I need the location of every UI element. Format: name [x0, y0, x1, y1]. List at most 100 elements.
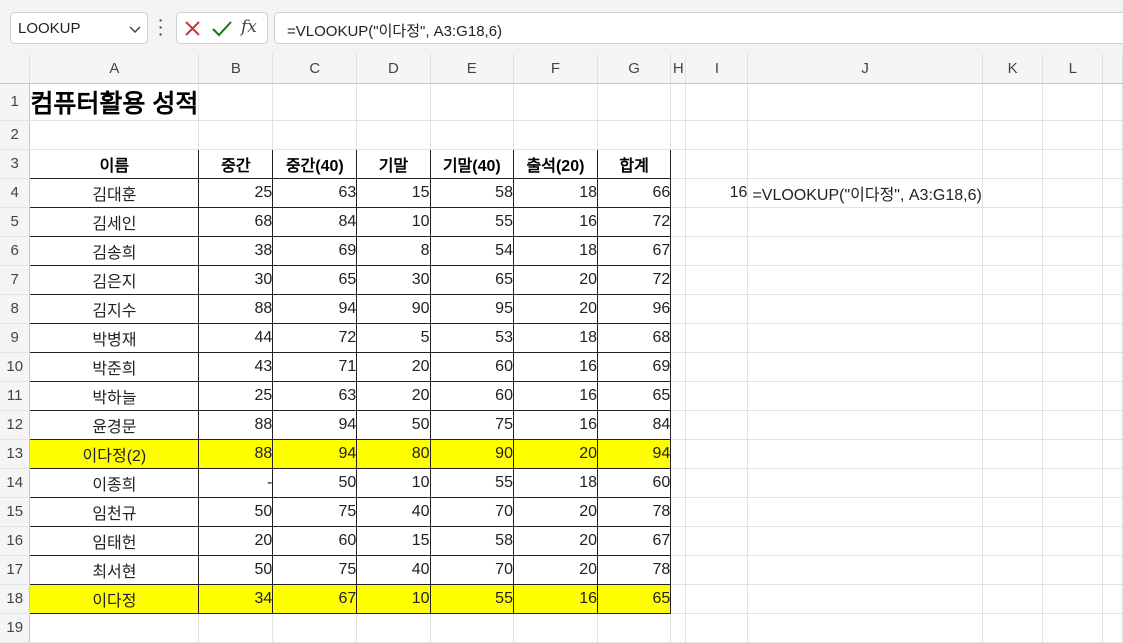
cell[interactable] — [685, 294, 749, 324]
score-cell[interactable]: 40 — [356, 554, 431, 585]
cell[interactable] — [982, 584, 1044, 614]
cell[interactable] — [685, 352, 749, 382]
cell[interactable] — [29, 613, 200, 643]
score-cell[interactable]: 50 — [198, 554, 274, 585]
score-cell[interactable]: 60 — [429, 380, 514, 411]
cell[interactable] — [1102, 265, 1123, 295]
check-icon[interactable] — [211, 19, 233, 39]
cell[interactable] — [670, 381, 687, 411]
cell[interactable] — [670, 120, 687, 150]
score-cell[interactable]: 50 — [272, 467, 358, 498]
cell[interactable] — [747, 584, 983, 614]
score-cell[interactable]: 68 — [597, 322, 672, 353]
name-cell[interactable]: 이종희 — [29, 467, 200, 498]
score-cell[interactable]: 16 — [512, 351, 599, 382]
score-cell[interactable]: 65 — [597, 583, 672, 614]
cell[interactable] — [1042, 526, 1104, 556]
score-cell[interactable]: 55 — [429, 467, 514, 498]
column-header-a[interactable]: A — [29, 54, 200, 84]
more-options-icon[interactable]: · · · — [158, 13, 164, 41]
cell[interactable] — [685, 584, 749, 614]
score-cell[interactable]: 5 — [356, 322, 431, 353]
cell[interactable] — [597, 613, 672, 643]
cell[interactable] — [747, 352, 983, 382]
score-cell[interactable]: 96 — [597, 293, 672, 324]
score-cell[interactable]: 50 — [356, 409, 431, 440]
score-cell[interactable]: 50 — [198, 496, 274, 527]
cell[interactable] — [982, 323, 1044, 353]
cell[interactable] — [670, 410, 687, 440]
cell[interactable] — [982, 555, 1044, 585]
cell[interactable] — [356, 83, 431, 121]
sheet-title[interactable]: 컴퓨터활용 성적 — [29, 83, 200, 121]
score-cell[interactable]: 16 — [512, 409, 599, 440]
cell[interactable] — [670, 207, 687, 237]
cell[interactable] — [670, 613, 687, 643]
row-header-14[interactable]: 14 — [0, 468, 31, 498]
name-cell[interactable]: 김지수 — [29, 293, 200, 324]
score-cell[interactable]: 60 — [597, 467, 672, 498]
formula-text-cell[interactable]: =VLOOKUP("이다정", A3:G18,6) — [747, 178, 983, 208]
cell[interactable] — [982, 265, 1044, 295]
score-cell[interactable]: 67 — [597, 235, 672, 266]
cell[interactable] — [747, 120, 983, 150]
cell[interactable] — [747, 439, 983, 469]
column-header-d[interactable]: D — [356, 54, 431, 84]
cell[interactable] — [670, 294, 687, 324]
column-header-g[interactable]: G — [597, 54, 672, 84]
column-header-c[interactable]: C — [272, 54, 358, 84]
score-cell[interactable]: 16 — [512, 206, 599, 237]
score-cell[interactable]: 18 — [512, 467, 599, 498]
cell[interactable] — [1102, 439, 1123, 469]
row-header-16[interactable]: 16 — [0, 526, 31, 556]
score-cell[interactable]: 84 — [597, 409, 672, 440]
cell[interactable] — [747, 613, 983, 643]
cell[interactable] — [513, 83, 599, 121]
score-cell[interactable]: 68 — [198, 206, 274, 237]
name-cell[interactable]: 임천규 — [29, 496, 200, 527]
column-header-f[interactable]: F — [513, 54, 599, 84]
cell[interactable] — [685, 149, 749, 179]
cell[interactable] — [982, 497, 1044, 527]
cell[interactable] — [1042, 613, 1104, 643]
score-cell[interactable]: 55 — [429, 206, 514, 237]
cell[interactable] — [1042, 497, 1104, 527]
score-cell[interactable]: 94 — [272, 293, 358, 324]
score-cell[interactable]: 65 — [429, 264, 514, 295]
cell[interactable] — [982, 294, 1044, 324]
column-header-j[interactable]: J — [747, 54, 983, 84]
score-cell[interactable]: 95 — [429, 293, 514, 324]
cell[interactable] — [670, 323, 687, 353]
score-cell[interactable]: 20 — [512, 496, 599, 527]
name-cell[interactable]: 박준희 — [29, 351, 200, 382]
name-cell[interactable]: 박하늘 — [29, 380, 200, 411]
score-cell[interactable]: 18 — [512, 235, 599, 266]
score-cell[interactable]: 30 — [356, 264, 431, 295]
lookup-result-cell[interactable]: 16 — [685, 178, 749, 208]
score-cell[interactable]: 38 — [198, 235, 274, 266]
cell[interactable] — [747, 83, 983, 121]
cell[interactable] — [1042, 555, 1104, 585]
score-cell[interactable]: 84 — [272, 206, 358, 237]
score-cell[interactable]: 60 — [429, 351, 514, 382]
cell[interactable] — [1042, 323, 1104, 353]
score-cell[interactable]: 20 — [198, 525, 274, 556]
score-cell[interactable]: 90 — [356, 293, 431, 324]
row-header-19[interactable]: 19 — [0, 613, 31, 643]
row-header-8[interactable]: 8 — [0, 294, 31, 324]
cell[interactable] — [1102, 584, 1123, 614]
cell[interactable] — [430, 83, 514, 121]
column-header-l[interactable]: L — [1042, 54, 1104, 84]
cell[interactable] — [1042, 294, 1104, 324]
score-cell[interactable]: 70 — [429, 496, 514, 527]
cell[interactable] — [982, 149, 1044, 179]
cell[interactable] — [747, 468, 983, 498]
cell[interactable] — [513, 120, 599, 150]
score-cell[interactable]: 94 — [597, 438, 672, 469]
chevron-down-icon[interactable] — [127, 21, 143, 42]
score-cell[interactable]: 69 — [272, 235, 358, 266]
score-cell[interactable]: 72 — [597, 206, 672, 237]
score-cell[interactable]: 20 — [356, 351, 431, 382]
score-cell[interactable]: 34 — [198, 583, 274, 614]
score-cell[interactable]: 65 — [597, 380, 672, 411]
